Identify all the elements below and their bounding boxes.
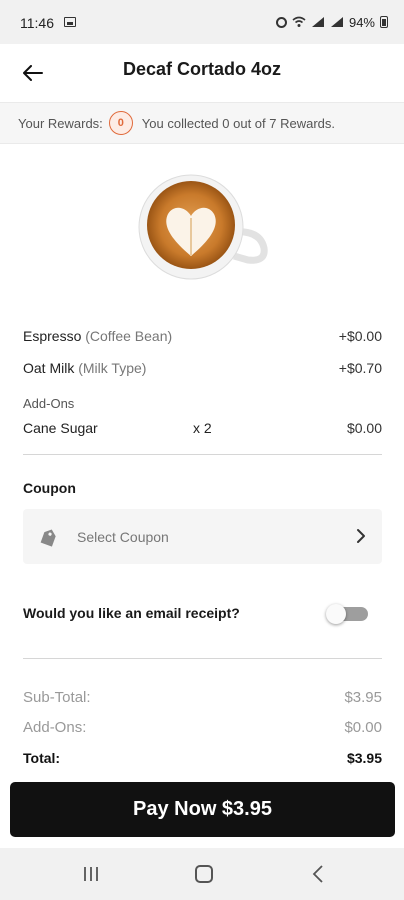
subtotal-amount: $3.95 — [344, 689, 382, 706]
chevron-right-icon — [357, 529, 365, 543]
addon-price: $0.00 — [346, 420, 382, 436]
rewards-count-badge: 0 — [108, 111, 133, 135]
coupon-title: Coupon — [23, 480, 76, 496]
select-coupon-button[interactable]: Select Coupon — [23, 509, 382, 564]
email-receipt-label: Would you like an email receipt? — [23, 605, 240, 621]
tag-icon — [40, 528, 56, 547]
option-type: (Milk Type) — [78, 360, 147, 376]
divider — [23, 454, 382, 455]
signal-icon-2 — [330, 17, 343, 27]
addon-row: Cane Sugar x 2 $0.00 — [23, 420, 382, 436]
wifi-icon — [292, 16, 306, 27]
rewards-bar: Your Rewards: 0 You collected 0 out of 7… — [0, 102, 404, 144]
email-receipt-toggle[interactable] — [326, 604, 368, 624]
status-bar: 11:46 94% — [0, 0, 404, 44]
addon-qty: x 2 — [193, 420, 212, 436]
recents-icon[interactable] — [82, 866, 100, 882]
toggle-knob — [326, 604, 346, 624]
nav-back-icon[interactable] — [312, 865, 324, 883]
status-icons: 94% — [275, 14, 388, 30]
option-price: +$0.70 — [338, 360, 382, 376]
subtotal-row: Sub-Total: $3.95 — [23, 689, 382, 706]
latte-art-cup-icon — [138, 174, 268, 280]
alarm-icon — [275, 16, 287, 28]
option-name: Oat Milk — [23, 360, 75, 376]
home-icon[interactable] — [195, 865, 213, 883]
status-time: 11:46 — [20, 15, 54, 31]
battery-percent: 94% — [348, 14, 375, 30]
addon-name: Cane Sugar — [23, 420, 98, 436]
order-option-row: Espresso (Coffee Bean) +$0.00 — [23, 328, 382, 344]
addons-label: Add-Ons — [23, 396, 75, 411]
navigation-bar — [0, 848, 404, 900]
addons-total-row: Add-Ons: $0.00 — [23, 719, 382, 736]
page-title: Decaf Cortado 4oz — [122, 59, 282, 79]
subtotal-label: Sub-Total: — [23, 689, 91, 706]
addons-total-amount: $0.00 — [344, 719, 382, 736]
option-type: (Coffee Bean) — [85, 328, 173, 344]
coupon-placeholder: Select Coupon — [77, 528, 169, 545]
addons-total-label: Add-Ons: — [23, 719, 87, 736]
battery-icon — [380, 16, 388, 28]
order-option-row: Oat Milk (Milk Type) +$0.70 — [23, 360, 382, 376]
rewards-label: Your Rewards: — [18, 115, 103, 131]
signal-icon — [311, 17, 324, 27]
pay-now-button[interactable]: Pay Now $3.95 — [10, 782, 395, 837]
option-name: Espresso — [23, 328, 82, 344]
option-price: +$0.00 — [338, 328, 382, 344]
divider — [23, 658, 382, 659]
header: Decaf Cortado 4oz — [0, 44, 404, 102]
rewards-message: You collected 0 out of 7 Rewards. — [141, 115, 335, 131]
total-amount: $3.95 — [346, 750, 382, 766]
total-row: Total: $3.95 — [23, 750, 382, 766]
total-label: Total: — [23, 750, 61, 766]
image-notification-icon — [64, 17, 76, 27]
